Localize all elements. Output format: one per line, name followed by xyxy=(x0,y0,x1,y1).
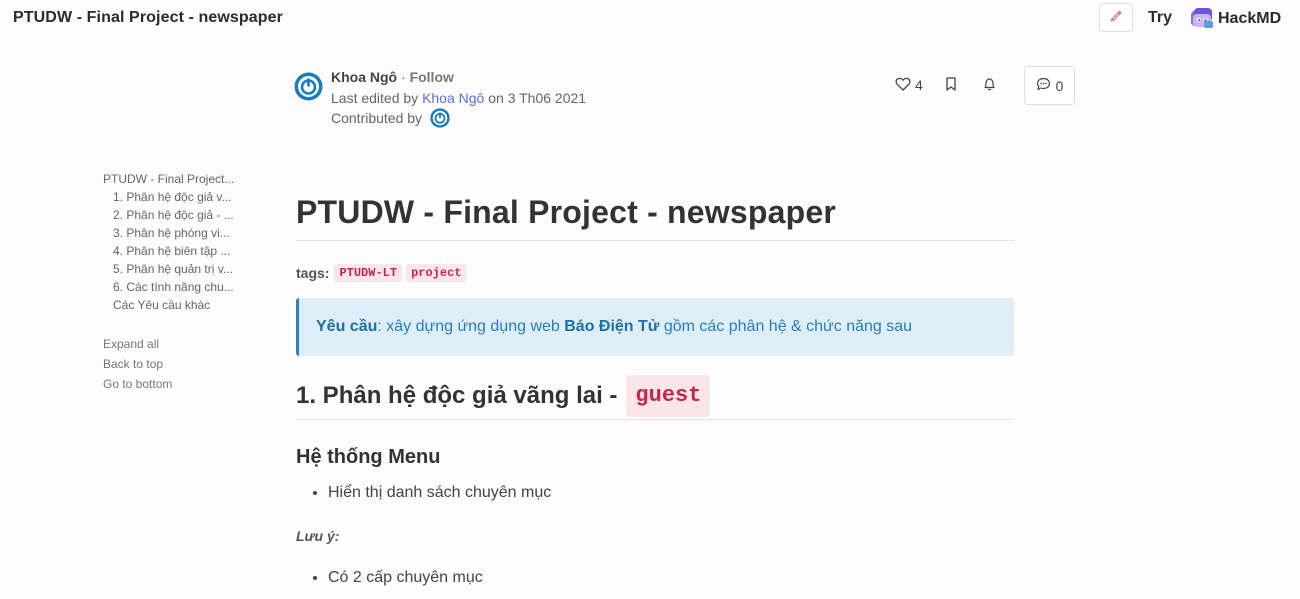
section-heading: 1. Phân hệ độc giả vãng lai - guest xyxy=(296,374,1014,420)
author-name[interactable]: Khoa Ngô xyxy=(331,69,397,85)
edit-button[interactable] xyxy=(1099,3,1133,32)
tags-label: tags: xyxy=(296,265,330,281)
heart-icon xyxy=(895,77,911,94)
list-item: Có 2 cấp chuyên mục xyxy=(328,567,1014,589)
comment-bubble-icon xyxy=(1036,77,1051,94)
bullet-list: Có 2 cấp chuyên mục xyxy=(296,567,1014,589)
comment-count: 0 xyxy=(1055,77,1064,94)
toc-item[interactable]: Các Yêu cầu khác xyxy=(103,297,248,315)
top-bar: PTUDW - Final Project - newspaper Try Ha… xyxy=(0,0,1300,36)
follow-button[interactable]: Follow xyxy=(410,69,454,85)
note-actions: 4 xyxy=(895,75,996,95)
contributor-avatar[interactable] xyxy=(430,108,450,128)
toc-item[interactable]: 6. Các tính năng chu... xyxy=(103,279,248,297)
bookmark-button[interactable] xyxy=(945,76,957,94)
back-to-top-link[interactable]: Back to top xyxy=(103,356,248,376)
like-count: 4 xyxy=(915,77,923,93)
hackmd-brand-link[interactable]: HackMD xyxy=(1189,6,1281,30)
toc-controls: Expand all Back to top Go to bottom xyxy=(103,336,248,396)
last-edited-by-link[interactable]: Khoa Ngô xyxy=(422,90,484,106)
document-content: PTUDW - Final Project - newspaper tags: … xyxy=(296,192,1014,589)
list-item: Hiển thị danh sách chuyên mục xyxy=(328,482,1014,504)
toc-item[interactable]: 1. Phân hệ độc giả v... xyxy=(103,189,248,207)
toc-item[interactable]: 3. Phân hệ phóng vi... xyxy=(103,225,248,243)
note-title: PTUDW - Final Project - newspaper xyxy=(13,9,284,26)
toc-item[interactable]: 5. Phân hệ quản trị v... xyxy=(103,261,248,279)
inline-code: guest xyxy=(626,374,711,417)
alert-bold-name: Báo Điện Tử xyxy=(564,318,660,335)
alert-bold-label: Yêu cầu xyxy=(316,318,378,335)
author-separator: · xyxy=(401,69,406,85)
author-avatar[interactable] xyxy=(294,72,323,101)
table-of-contents: PTUDW - Final Project... 1. Phân hệ độc … xyxy=(103,171,248,396)
comments-button[interactable]: 0 xyxy=(1024,66,1075,105)
bookmark-icon xyxy=(945,76,957,94)
document-title: PTUDW - Final Project - newspaper xyxy=(296,192,1014,241)
toc-item-title[interactable]: PTUDW - Final Project... xyxy=(103,171,248,189)
subsection-heading: Hệ thống Menu xyxy=(296,446,441,468)
bell-icon xyxy=(983,77,996,94)
like-button[interactable]: 4 xyxy=(895,77,923,94)
tag-badge[interactable]: project xyxy=(406,264,467,282)
hackmd-brand-label: HackMD xyxy=(1218,10,1282,27)
toc-item[interactable]: 2. Phân hệ độc giả - ... xyxy=(103,207,248,225)
hackmd-logo-icon xyxy=(1189,6,1215,30)
alert-text-b: gồm các phân hệ & chức năng sau xyxy=(659,318,913,335)
bullet-list: Hiển thị danh sách chuyên mục xyxy=(296,482,1014,504)
try-link[interactable]: Try xyxy=(1148,9,1172,27)
pen-icon xyxy=(1109,8,1123,27)
info-alert: Yêu cầu: xây dựng ứng dụng web Báo Điện … xyxy=(296,298,1014,356)
last-edited-prefix: Last edited by xyxy=(331,90,419,106)
go-to-bottom-link[interactable]: Go to bottom xyxy=(103,376,248,396)
section-heading-text: 1. Phân hệ độc giả vãng lai - xyxy=(296,381,618,409)
tags-row: tags: PTUDW-LT project xyxy=(296,263,1014,283)
last-edited-date: on 3 Th06 2021 xyxy=(488,90,587,106)
note-label: Lưu ý: xyxy=(296,528,340,544)
notify-button[interactable] xyxy=(983,77,996,94)
contributed-by-label: Contributed by xyxy=(331,110,423,126)
expand-all-link[interactable]: Expand all xyxy=(103,336,248,356)
toc-item[interactable]: 4. Phân hệ biên tập ... xyxy=(103,243,248,261)
tag-badge[interactable]: PTUDW-LT xyxy=(334,264,403,282)
alert-text-a: : xây dựng ứng dụng web xyxy=(377,318,565,335)
